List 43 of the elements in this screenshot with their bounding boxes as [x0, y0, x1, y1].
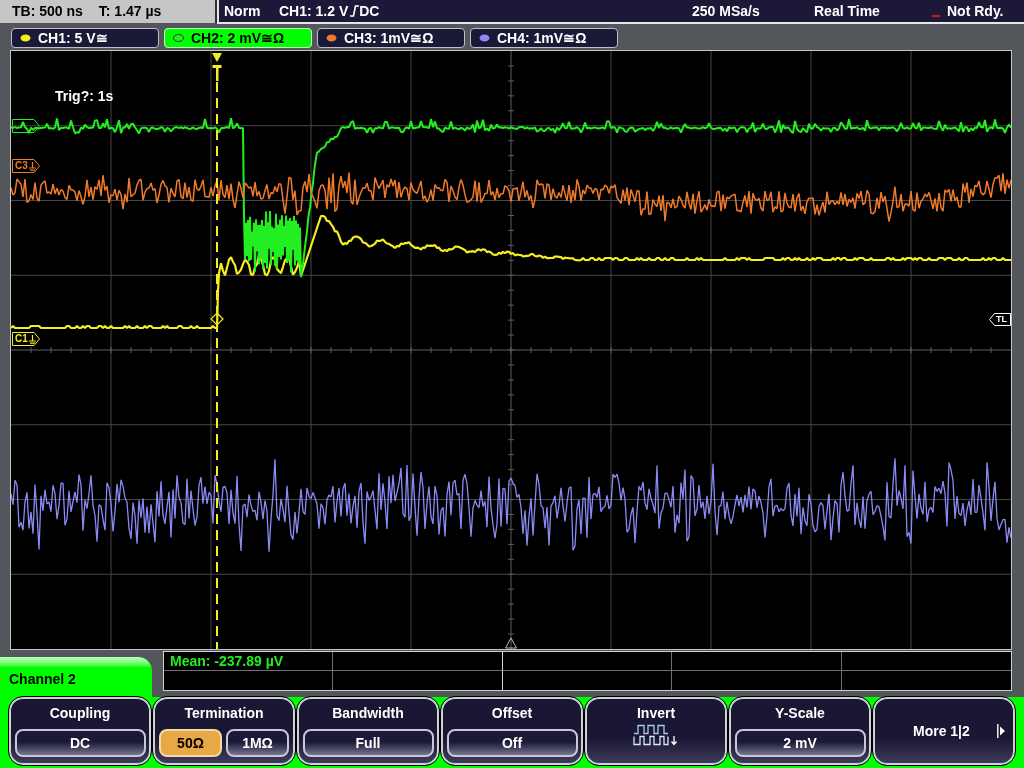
value-button[interactable]: Full [302, 729, 434, 757]
softkey-label: Coupling [49, 704, 111, 722]
ground-icon [28, 161, 36, 171]
acquisition-mode: Real Time [814, 1, 880, 21]
softkey-label: Bandwidth [332, 704, 404, 722]
arrow-right-icon [997, 724, 1005, 738]
diamond-icon [210, 312, 224, 326]
invert-waveform-icon [633, 724, 679, 746]
value-button[interactable]: Off [446, 729, 578, 757]
trigger-time-readout: T: 1.47 µs [98, 2, 162, 21]
more-button[interactable]: More 1|2 [873, 697, 1015, 765]
marker-label: C1 [15, 334, 28, 344]
value-button[interactable]: 2 mV [734, 729, 866, 757]
option-button[interactable]: 50Ω [159, 729, 222, 757]
channel-marker[interactable]: C1 [12, 332, 40, 346]
measurement-readout: Mean: -237.89 µV [170, 654, 284, 668]
sample-rate: 250 MSa/s [692, 1, 760, 21]
softkey-label: Termination [184, 704, 264, 722]
trigger-level-marker[interactable]: TL [989, 313, 1011, 326]
acquisition-state: Not Rdy. [947, 1, 1004, 21]
ground-icon [28, 334, 36, 344]
value-button[interactable]: DC [14, 729, 146, 757]
trigger-source: CH1: 1.2 V [279, 1, 349, 21]
trigger-mode: Norm [224, 1, 261, 21]
menu-title: Channel 2 [9, 670, 76, 689]
marker-label: TL [996, 315, 1007, 324]
softkey-label: Y-Scale [775, 704, 825, 722]
rising-edge-icon [350, 5, 360, 17]
marker-label: C3 [15, 161, 28, 171]
timebase-readout: TB: 500 ns [12, 2, 83, 21]
channel-tab[interactable]: CH4: 1mV≅Ω [470, 28, 618, 48]
channel-marker[interactable] [12, 119, 40, 133]
channel-tab[interactable]: CH2: 2 mV≅Ω [164, 28, 312, 48]
option-button[interactable]: 1MΩ [226, 729, 289, 757]
status-indicator-icon [932, 15, 940, 17]
trigger-coupling: DC [359, 1, 380, 21]
channel-marker[interactable]: C3 [12, 159, 40, 173]
trigger-status-text: Trig?: 1s [55, 89, 114, 103]
channel-tab[interactable]: CH1: 5 V≅ [11, 28, 159, 48]
invert-button[interactable]: Invert [585, 697, 727, 765]
trigger-marker-icon[interactable] [212, 53, 222, 81]
softkey-label: Offset [491, 704, 533, 722]
channel-tab[interactable]: CH3: 1mV≅Ω [317, 28, 465, 48]
